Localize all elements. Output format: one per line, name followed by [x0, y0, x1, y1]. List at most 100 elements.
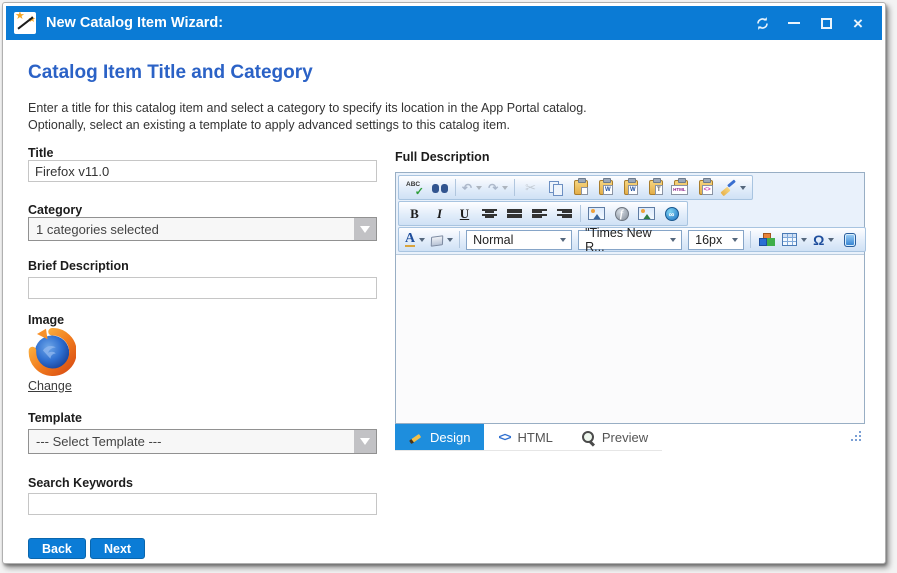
category-label: Category	[28, 203, 82, 217]
back-button[interactable]: Back	[28, 538, 86, 559]
editor-toolbar-row: ABC✓ ↶↷ ✂ W W T HTML <>	[398, 175, 753, 200]
underline-button[interactable]: U	[453, 203, 476, 224]
chevron-down-icon	[360, 226, 370, 233]
italic-button[interactable]: I	[428, 203, 451, 224]
paste-from-word-button[interactable]: W	[594, 177, 617, 198]
template-value: --- Select Template ---	[29, 434, 354, 449]
tab-design[interactable]: Design	[395, 424, 484, 450]
editor-toolbar-row: A Normal "Times New R... 16px Ω	[398, 227, 866, 252]
flash-manager-icon: f	[615, 207, 629, 221]
chevron-down-icon	[476, 186, 482, 190]
flash-manager-button[interactable]: f	[610, 203, 633, 224]
insert-symbol-button[interactable]: Ω	[811, 229, 836, 250]
editor-toolbar-row: BI Uf ∞	[398, 201, 688, 226]
paste-from-word-strip-font-button[interactable]: W	[619, 177, 642, 198]
toolbar-separator	[580, 205, 581, 222]
align-center-button[interactable]	[478, 203, 501, 224]
paste-as-html-glyph: HTML	[671, 185, 688, 195]
template-dropdown[interactable]: --- Select Template ---	[28, 429, 377, 454]
pencil-icon	[409, 431, 423, 444]
underline-icon: U	[460, 207, 469, 221]
align-justify-button[interactable]	[503, 203, 526, 224]
resize-grip[interactable]	[851, 431, 863, 443]
spellcheck-button[interactable]: ABC✓	[403, 177, 426, 198]
category-value: 1 categories selected	[29, 222, 354, 237]
maximize-icon	[821, 18, 832, 29]
chevron-down-icon	[560, 238, 566, 242]
search-keywords-label: Search Keywords	[28, 476, 133, 490]
bold-button[interactable]: B	[403, 203, 426, 224]
rich-text-editor: ABC✓ ↶↷ ✂ W W T HTML <> BI Uf ∞ A Normal "Times New R…	[395, 172, 865, 424]
category-dropdown[interactable]: 1 categories selected	[28, 217, 377, 241]
code-brackets-icon: <>	[498, 430, 510, 444]
format-stripper-button[interactable]	[719, 177, 748, 198]
chevron-down-icon	[447, 238, 453, 242]
page-description: Enter a title for this catalog item and …	[28, 100, 587, 134]
paste-plain-text-glyph: T	[655, 185, 663, 195]
close-button[interactable]: ×	[842, 10, 874, 36]
paste-from-word-strip-font-glyph: W	[628, 185, 638, 195]
brief-description-input[interactable]	[28, 277, 377, 299]
italic-icon: I	[437, 207, 442, 221]
font-name-select[interactable]: "Times New R...	[578, 230, 682, 250]
tab-preview[interactable]: Preview	[567, 424, 662, 450]
image-manager-icon	[588, 207, 605, 220]
next-button[interactable]: Next	[90, 538, 145, 559]
editor-tab-bar: Design <> HTML Preview	[395, 424, 662, 451]
minimize-button[interactable]	[778, 10, 810, 36]
chevron-down-icon	[419, 238, 425, 242]
cut-button[interactable]: ✂	[519, 177, 542, 198]
insert-snippet-blocks-button[interactable]	[755, 229, 778, 250]
page-title: Catalog Item Title and Category	[28, 62, 313, 84]
tab-html[interactable]: <> HTML	[484, 424, 566, 450]
description-line: Optionally, select an existing a templat…	[28, 117, 587, 134]
paste-html-button[interactable]: <>	[694, 177, 717, 198]
align-left-button[interactable]	[528, 203, 551, 224]
find-button[interactable]	[428, 177, 451, 198]
paste-plain-text-button[interactable]: T	[644, 177, 667, 198]
font-name-value: "Times New R...	[585, 226, 666, 254]
editor-toolbars: ABC✓ ↶↷ ✂ W W T HTML <> BI Uf ∞ A Normal "Times New R…	[396, 173, 864, 254]
tab-label: Preview	[602, 430, 648, 445]
insert-symbol-icon: Ω	[813, 233, 824, 247]
wizard-icon: ★ ★	[14, 12, 36, 34]
redo-button[interactable]: ↷	[486, 177, 510, 198]
font-size-select[interactable]: 16px	[688, 230, 744, 250]
insert-table-button[interactable]	[780, 229, 809, 250]
image-map-icon	[638, 207, 655, 220]
paragraph-style-select[interactable]: Normal	[466, 230, 572, 250]
maximize-button[interactable]	[810, 10, 842, 36]
image-map-button[interactable]	[635, 203, 658, 224]
tab-label: HTML	[517, 430, 552, 445]
change-image-link[interactable]: Change	[28, 379, 72, 393]
wizard-dialog: ★ ★ New Catalog Item Wizard: × Catalog I…	[2, 2, 886, 564]
media-manager-button[interactable]	[838, 229, 861, 250]
paste-from-word-strip-font-icon: W	[624, 180, 638, 195]
undo-button[interactable]: ↶	[460, 177, 484, 198]
fore-color-icon: A	[405, 232, 415, 247]
template-dropdown-button[interactable]	[354, 430, 376, 453]
copy-icon	[549, 181, 562, 195]
chevron-down-icon	[740, 186, 746, 190]
chevron-down-icon	[801, 238, 807, 242]
magnifier-icon	[581, 430, 595, 444]
title-bar: ★ ★ New Catalog Item Wizard: ×	[6, 6, 882, 40]
link-manager-button[interactable]: ∞	[660, 203, 683, 224]
chevron-down-icon	[502, 186, 508, 190]
category-dropdown-button[interactable]	[354, 218, 376, 240]
image-manager-button[interactable]	[585, 203, 608, 224]
back-color-button[interactable]	[429, 229, 455, 250]
search-keywords-input[interactable]	[28, 493, 377, 515]
align-center-icon	[482, 208, 497, 220]
fore-color-button[interactable]: A	[403, 229, 427, 250]
paste-button[interactable]	[569, 177, 592, 198]
paste-as-html-button[interactable]: HTML	[669, 177, 692, 198]
description-line: Enter a title for this catalog item and …	[28, 100, 587, 117]
copy-button[interactable]	[544, 177, 567, 198]
full-description-label: Full Description	[395, 150, 489, 164]
editor-content-area[interactable]	[396, 254, 864, 423]
refresh-button[interactable]	[746, 10, 778, 36]
align-right-button[interactable]	[553, 203, 576, 224]
paste-as-html-icon: HTML	[674, 180, 688, 195]
title-input[interactable]	[28, 160, 377, 182]
